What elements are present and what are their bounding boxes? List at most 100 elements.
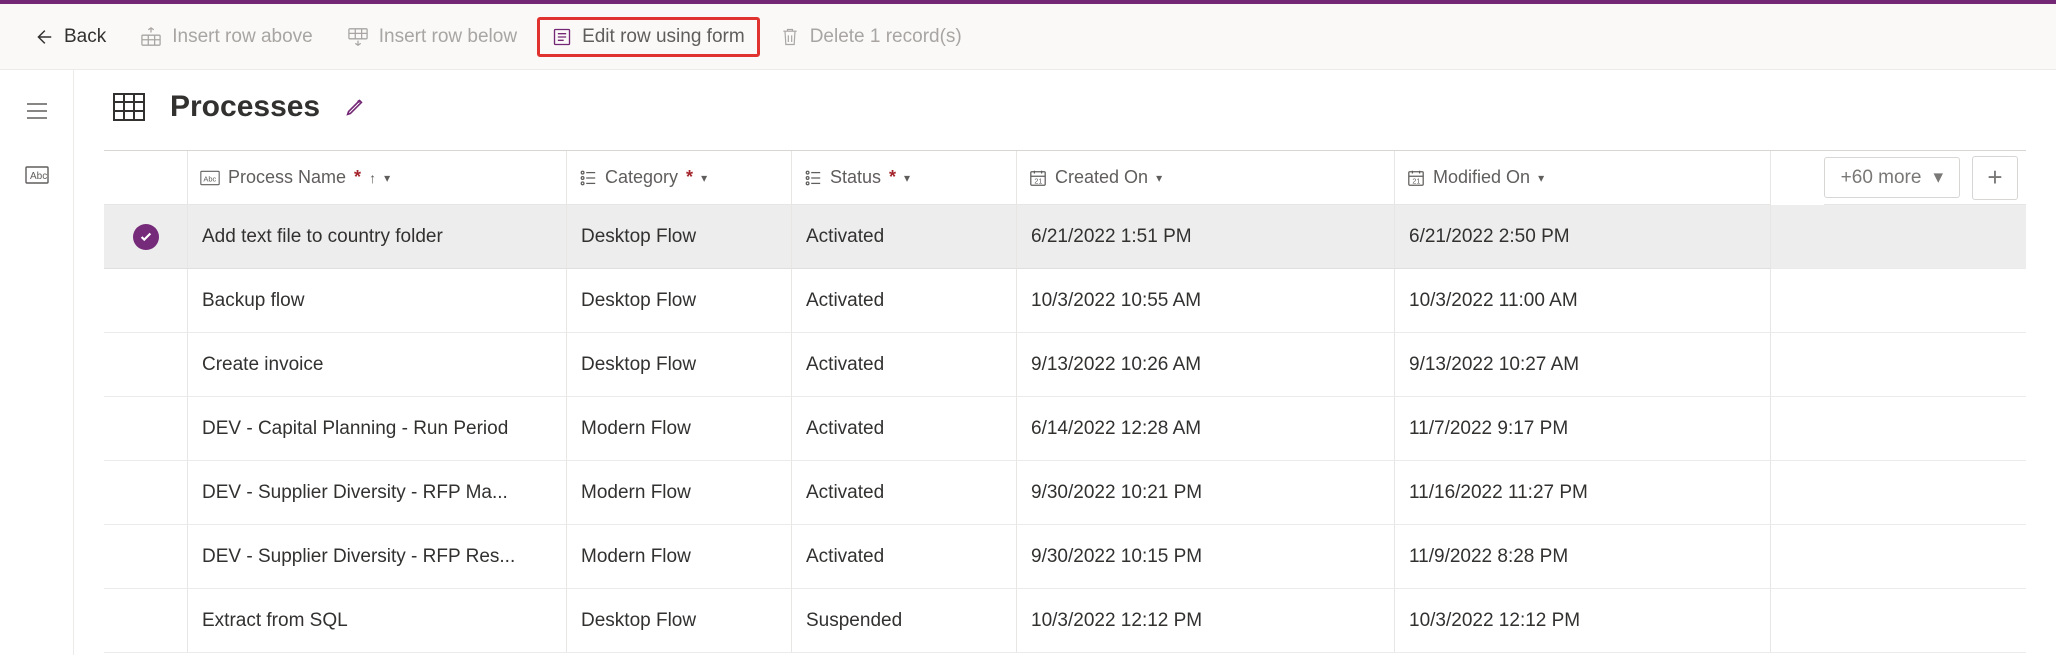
column-header-status[interactable]: Status * ▾ <box>792 151 1017 205</box>
svg-text:21: 21 <box>1412 176 1420 185</box>
insert-below-icon <box>347 27 369 47</box>
row-select-cell[interactable] <box>104 205 188 269</box>
sort-asc-icon: ↑ <box>369 170 376 186</box>
cell-modified-on[interactable]: 11/9/2022 8:28 PM <box>1395 525 1771 589</box>
table-row[interactable]: DEV - Capital Planning - Run PeriodModer… <box>104 397 2026 461</box>
cell-created-on[interactable]: 10/3/2022 12:12 PM <box>1017 589 1395 653</box>
cell-status[interactable]: Activated <box>792 461 1017 525</box>
row-select-cell[interactable] <box>104 589 188 653</box>
cell-modified-on[interactable]: 10/3/2022 12:12 PM <box>1395 589 1771 653</box>
row-tail <box>1771 589 2026 653</box>
insert-above-icon <box>140 27 162 47</box>
cell-category[interactable]: Desktop Flow <box>567 333 792 397</box>
cell-created-on[interactable]: 6/21/2022 1:51 PM <box>1017 205 1395 269</box>
cell-created-on[interactable]: 9/30/2022 10:21 PM <box>1017 461 1395 525</box>
column-label: Status <box>830 167 881 188</box>
checkmark-icon <box>133 224 159 250</box>
cell-status[interactable]: Activated <box>792 205 1017 269</box>
cell-status[interactable]: Activated <box>792 397 1017 461</box>
cell-category[interactable]: Modern Flow <box>567 461 792 525</box>
cell-modified-on[interactable]: 6/21/2022 2:50 PM <box>1395 205 1771 269</box>
insert-row-above-label: Insert row above <box>172 26 312 48</box>
cell-category[interactable]: Modern Flow <box>567 397 792 461</box>
trash-icon <box>780 26 800 48</box>
cell-process-name[interactable]: DEV - Capital Planning - Run Period <box>188 397 567 461</box>
form-icon <box>552 27 572 47</box>
row-select-cell[interactable] <box>104 525 188 589</box>
delete-record-label: Delete 1 record(s) <box>810 26 962 48</box>
select-all-column-header[interactable] <box>104 151 188 205</box>
insert-row-above-button: Insert row above <box>126 18 326 56</box>
chevron-down-icon: ▾ <box>701 171 707 185</box>
choice-column-icon <box>579 169 597 187</box>
cell-created-on[interactable]: 9/13/2022 10:26 AM <box>1017 333 1395 397</box>
chevron-down-icon: ▾ <box>1933 166 1943 189</box>
cell-process-name[interactable]: DEV - Supplier Diversity - RFP Res... <box>188 525 567 589</box>
table-row[interactable]: Add text file to country folderDesktop F… <box>104 205 2026 269</box>
cell-status[interactable]: Activated <box>792 333 1017 397</box>
svg-text:Abc: Abc <box>203 174 216 183</box>
insert-row-below-label: Insert row below <box>379 26 517 48</box>
cell-created-on[interactable]: 6/14/2022 12:28 AM <box>1017 397 1395 461</box>
required-indicator: * <box>354 167 361 188</box>
cell-created-on[interactable]: 9/30/2022 10:15 PM <box>1017 525 1395 589</box>
row-tail <box>1771 205 2026 269</box>
edit-row-form-label: Edit row using form <box>582 26 745 48</box>
row-select-cell[interactable] <box>104 269 188 333</box>
hamburger-menu-button[interactable] <box>17 96 57 126</box>
delete-record-button: Delete 1 record(s) <box>766 18 976 56</box>
text-field-icon[interactable]: Abc <box>17 160 57 190</box>
row-tail <box>1771 333 2026 397</box>
table-row[interactable]: Extract from SQLDesktop FlowSuspended10/… <box>104 589 2026 653</box>
cell-modified-on[interactable]: 11/16/2022 11:27 PM <box>1395 461 1771 525</box>
data-table: Abc Process Name * ↑ ▾ Category * ▾ <box>104 150 2026 653</box>
cell-category[interactable]: Modern Flow <box>567 525 792 589</box>
cell-category[interactable]: Desktop Flow <box>567 269 792 333</box>
cell-modified-on[interactable]: 10/3/2022 11:00 AM <box>1395 269 1771 333</box>
edit-title-button[interactable] <box>344 96 366 118</box>
column-label: Category <box>605 167 678 188</box>
required-indicator: * <box>686 167 693 188</box>
row-select-cell[interactable] <box>104 333 188 397</box>
cell-process-name[interactable]: Extract from SQL <box>188 589 567 653</box>
column-header-created-on[interactable]: 21 Created On ▾ <box>1017 151 1395 205</box>
column-header-category[interactable]: Category * ▾ <box>567 151 792 205</box>
cell-process-name[interactable]: Add text file to country folder <box>188 205 567 269</box>
text-column-icon: Abc <box>200 170 220 186</box>
cell-modified-on[interactable]: 9/13/2022 10:27 AM <box>1395 333 1771 397</box>
row-tail <box>1771 461 2026 525</box>
svg-text:21: 21 <box>1034 176 1042 185</box>
table-row[interactable]: DEV - Supplier Diversity - RFP Res...Mod… <box>104 525 2026 589</box>
cell-status[interactable]: Suspended <box>792 589 1017 653</box>
date-column-icon: 21 <box>1407 169 1425 187</box>
table-row[interactable]: Create invoiceDesktop FlowActivated9/13/… <box>104 333 2026 397</box>
back-button[interactable]: Back <box>18 18 120 56</box>
cell-status[interactable]: Activated <box>792 269 1017 333</box>
date-column-icon: 21 <box>1029 169 1047 187</box>
insert-row-below-button: Insert row below <box>333 18 531 56</box>
svg-text:Abc: Abc <box>30 171 47 182</box>
row-select-cell[interactable] <box>104 397 188 461</box>
table-row[interactable]: Backup flowDesktop FlowActivated10/3/202… <box>104 269 2026 333</box>
cell-category[interactable]: Desktop Flow <box>567 205 792 269</box>
table-row[interactable]: DEV - Supplier Diversity - RFP Ma...Mode… <box>104 461 2026 525</box>
cell-process-name[interactable]: Backup flow <box>188 269 567 333</box>
cell-process-name[interactable]: Create invoice <box>188 333 567 397</box>
more-columns-button[interactable]: +60 more ▾ <box>1824 157 1960 198</box>
chevron-down-icon: ▾ <box>904 171 910 185</box>
cell-created-on[interactable]: 10/3/2022 10:55 AM <box>1017 269 1395 333</box>
add-column-button[interactable]: + <box>1972 156 2018 200</box>
cell-status[interactable]: Activated <box>792 525 1017 589</box>
edit-row-form-button[interactable]: Edit row using form <box>537 17 760 57</box>
back-label: Back <box>64 26 106 48</box>
row-select-cell[interactable] <box>104 461 188 525</box>
row-tail <box>1771 269 2026 333</box>
column-header-process-name[interactable]: Abc Process Name * ↑ ▾ <box>188 151 567 205</box>
more-columns-label: +60 more <box>1841 167 1922 189</box>
chevron-down-icon: ▾ <box>1538 171 1544 185</box>
cell-category[interactable]: Desktop Flow <box>567 589 792 653</box>
left-nav-gutter: Abc <box>0 70 74 655</box>
column-header-modified-on[interactable]: 21 Modified On ▾ <box>1395 151 1771 205</box>
cell-process-name[interactable]: DEV - Supplier Diversity - RFP Ma... <box>188 461 567 525</box>
cell-modified-on[interactable]: 11/7/2022 9:17 PM <box>1395 397 1771 461</box>
